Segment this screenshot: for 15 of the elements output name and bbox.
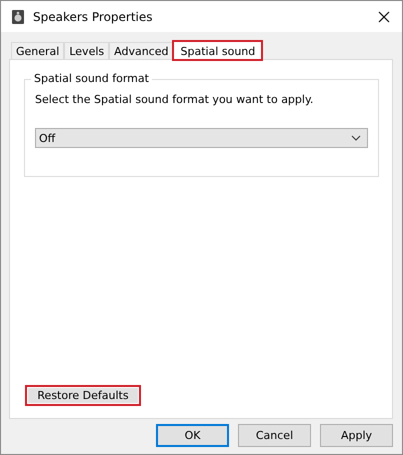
chevron-down-icon <box>351 135 361 141</box>
dialog-button[interactable]: Apply <box>320 424 393 447</box>
speaker-icon <box>11 8 25 24</box>
close-icon[interactable] <box>378 10 390 22</box>
dialog-button[interactable]: Cancel <box>238 424 311 447</box>
window-title: Speakers Properties <box>33 10 154 24</box>
format-dropdown[interactable]: Off <box>35 128 368 148</box>
tab[interactable]: Levels <box>64 42 110 59</box>
dialog-button[interactable]: OK <box>156 424 229 447</box>
group-title: Spatial sound format <box>31 72 152 85</box>
restore-defaults-button[interactable]: Restore Defaults <box>25 385 141 406</box>
tab[interactable]: Advanced <box>109 42 174 59</box>
instruction-text: Select the Spatial sound format you want to apply. <box>35 93 314 106</box>
tab[interactable]: General <box>11 42 64 59</box>
tab[interactable]: Spatial sound <box>173 41 262 60</box>
